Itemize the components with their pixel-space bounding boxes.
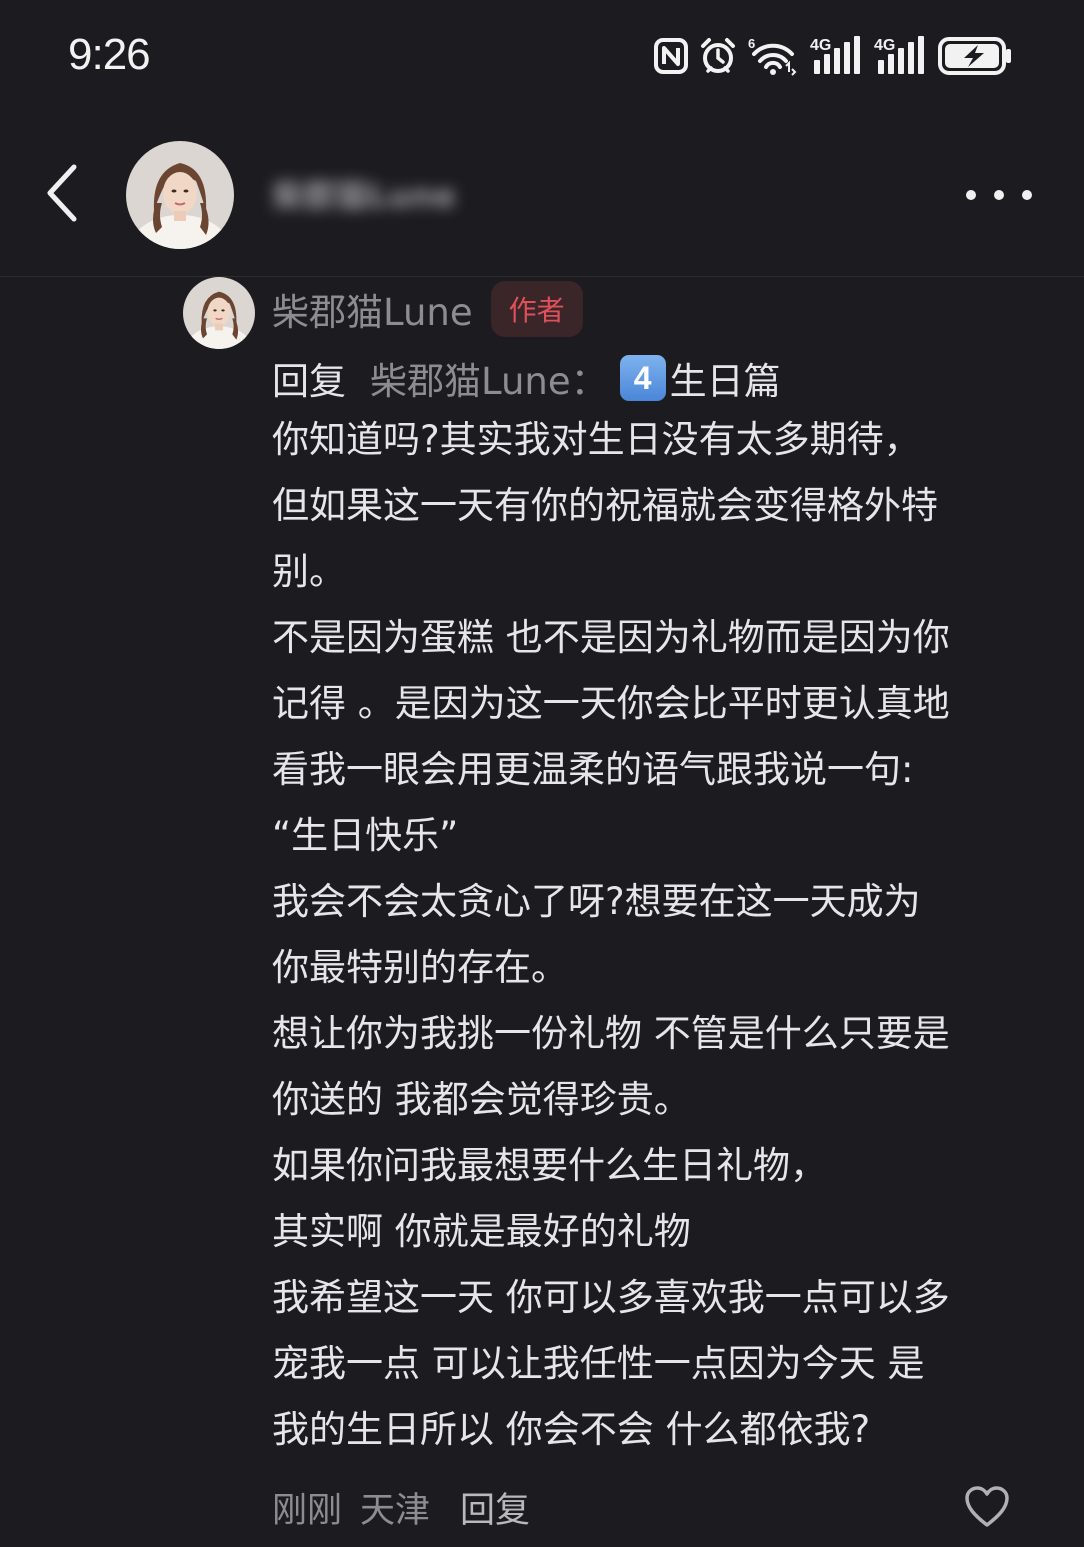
- comment-line: 但如果这一天有你的祝福就会变得格外特: [272, 484, 938, 527]
- reply-target[interactable]: 柴郡猫Lune：: [370, 351, 608, 405]
- comment-item: 柴郡猫Lune 作者 回复 柴郡猫Lune： 4 生日篇 你知道吗?其实我对生日…: [0, 277, 1084, 1547]
- more-button[interactable]: [966, 177, 1032, 213]
- battery-charging-icon: [938, 37, 1011, 75]
- comment-line: 你最特别的存在。: [272, 946, 568, 989]
- comment-line: 如果你问我最想要什么生日礼物，: [272, 1144, 827, 1187]
- back-button[interactable]: [36, 161, 86, 225]
- comment-line: 我会不会太贪心了呀?想要在这一天成为: [272, 880, 921, 923]
- reply-prefix: 回复: [272, 360, 346, 403]
- comment-line: 想让你为我挑一份礼物 不管是什么只要是: [272, 1012, 950, 1055]
- signal-4g-label: 4G: [810, 37, 831, 54]
- alarm-icon: [701, 38, 735, 73]
- comment-line: 不是因为蛋糕 也不是因为礼物而是因为你: [272, 616, 950, 659]
- comment-body: 你知道吗?其实我对生日没有太多期待， 但如果这一天有你的祝福就会变得格外特 别。…: [272, 407, 1052, 1463]
- wifi-icon: 6: [748, 36, 797, 76]
- comment-location: 天津: [360, 1490, 431, 1531]
- comment-meta: 柴郡猫Lune 作者: [272, 281, 583, 337]
- nfc-icon: [654, 38, 688, 74]
- chevron-left-icon: [47, 164, 77, 222]
- comment-line: 你送的 我都会觉得珍贵。: [272, 1078, 691, 1121]
- author-badge: 作者: [490, 281, 583, 337]
- reply-header: 回复 柴郡猫Lune： 4 生日篇: [272, 349, 781, 407]
- reply-title: 生日篇: [669, 360, 781, 403]
- chat-header: 柴郡猫Lune: [0, 115, 1084, 277]
- comment-line: 你知道吗?其实我对生日没有太多期待，: [272, 418, 921, 461]
- avatar[interactable]: [126, 141, 234, 249]
- comment-line: 其实啊 你就是最好的礼物: [272, 1210, 691, 1253]
- signal-4g-icon: 4G: [874, 36, 924, 74]
- comment-line: 记得 。是因为这一天你会比平时更认真地: [272, 682, 950, 725]
- comment-line: 看我一眼会用更温柔的语气跟我说一句:: [272, 748, 914, 791]
- comment-line: 我的生日所以 你会不会 什么都依我?: [272, 1408, 871, 1451]
- signal-4g-label: 4G: [874, 37, 895, 54]
- page-title: 柴郡猫Lune: [272, 177, 456, 215]
- heart-outline-icon: [965, 1486, 1009, 1527]
- status-bar: 9:26 6 4G 4G: [0, 0, 1084, 115]
- signal-4g-icon: 4G: [810, 36, 860, 74]
- more-horizontal-icon: [966, 190, 976, 200]
- comment-line: 别。: [272, 550, 346, 593]
- like-button[interactable]: [964, 1485, 1010, 1529]
- avatar-image: [126, 141, 234, 249]
- comment-timestamp: 刚刚: [272, 1490, 343, 1531]
- status-time: 9:26: [68, 30, 151, 79]
- comment-avatar[interactable]: [183, 277, 255, 349]
- comment-line: 我希望这一天 你可以多喜欢我一点可以多: [272, 1276, 950, 1319]
- comment-footer: 刚刚 天津 回复: [272, 1479, 530, 1535]
- comment-line: “生日快乐”: [272, 814, 459, 857]
- keycap-four-emoji: 4: [619, 355, 666, 401]
- comment-line: 宠我一点 可以让我任性一点因为今天 是: [272, 1342, 925, 1385]
- reply-button[interactable]: 回复: [460, 1482, 530, 1533]
- avatar-image: [183, 277, 255, 349]
- author-name[interactable]: 柴郡猫Lune: [272, 282, 473, 336]
- status-icons: 6 4G 4G: [654, 34, 1012, 78]
- wifi-standard-label: 6: [748, 36, 755, 51]
